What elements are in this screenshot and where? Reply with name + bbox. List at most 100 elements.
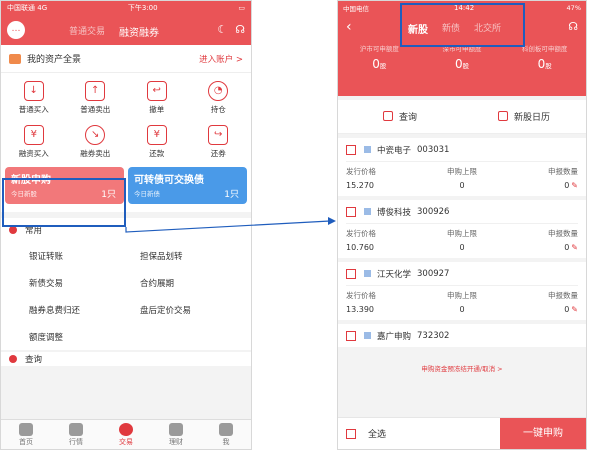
price-value: 15.270 <box>346 181 374 190</box>
quota-unit: 股 <box>462 62 470 70</box>
right-phone-screen: 中国电信 14:42 47% ‹ 新股 新债 北交所 ☊ 沪市可申额度 0股 深… <box>337 0 587 450</box>
limit-value: 0 <box>459 305 465 314</box>
header-limit: 申购上限 <box>446 229 477 238</box>
convertible-bond-card[interactable]: 可转债可交换债 今日新债 1只 <box>128 167 247 204</box>
tab-label: 理财 <box>169 438 183 446</box>
edit-icon[interactable]: ✎ <box>571 305 578 314</box>
common-item[interactable]: 合约展期 <box>140 269 251 296</box>
headset-icon[interactable]: ☊ <box>568 20 578 33</box>
grid-label: 还券 <box>210 149 226 158</box>
tab-trade[interactable]: 交易 <box>101 420 151 449</box>
grid-item-margin-buy[interactable]: ¥ 融资买入 <box>3 125 65 159</box>
header-limit: 申购上限 <box>446 291 477 300</box>
checkbox[interactable] <box>346 206 356 217</box>
cart-out-icon: ↑ <box>85 81 106 101</box>
grid-label: 还款 <box>149 149 165 158</box>
grid-label: 撤单 <box>149 105 165 114</box>
list-item: 江天化学 300927 发行价格 申购上限 申报数量 13.390 0 0 ✎ <box>338 262 586 320</box>
stock-name: 中瓷电子 <box>377 145 412 156</box>
tab-finance[interactable]: 理财 <box>151 420 201 449</box>
action-row: 查询 新股日历 <box>338 100 586 134</box>
quota-value: 0 <box>372 57 380 71</box>
top-nav: … 普通交易 融资融券 ☾ ☊ <box>1 15 251 45</box>
edit-icon[interactable]: ✎ <box>571 243 578 252</box>
grid-label: 融券卖出 <box>80 149 111 158</box>
network-label: 4G <box>37 4 48 12</box>
common-item[interactable]: 额度调整 <box>29 323 140 350</box>
theme-icon[interactable]: ☾ <box>217 23 227 36</box>
grid-item-short-sell[interactable]: ↘ 融券卖出 <box>65 125 127 159</box>
one-click-apply-button[interactable]: 一键申购 <box>500 417 586 449</box>
chat-icon[interactable]: … <box>7 21 25 39</box>
card-title: 可转债可交换债 <box>134 175 204 186</box>
qty-value: 0 <box>564 181 570 190</box>
carrier-label: 中国联通 <box>7 4 35 12</box>
tab-label: 我 <box>222 438 230 446</box>
price-value: 10.760 <box>346 243 374 252</box>
status-time: 下午3:00 <box>127 4 158 12</box>
repay-icon: ¥ <box>146 125 167 145</box>
stock-name: 嘉广申购 <box>377 331 412 342</box>
user-icon <box>219 423 233 436</box>
common-item[interactable]: 担保品划转 <box>140 242 251 269</box>
pie-icon: ◔ <box>208 81 229 101</box>
highlight-box-tabs <box>400 3 525 47</box>
calendar-icon <box>497 111 508 121</box>
grid-item-position[interactable]: ◔ 持仓 <box>188 81 250 115</box>
grid-item-repay[interactable]: ¥ 还款 <box>126 125 188 159</box>
header-qty: 申报数量 <box>547 167 578 176</box>
battery-label: 47% <box>566 4 581 12</box>
tab-normal-trade[interactable]: 普通交易 <box>69 24 105 39</box>
wallet-icon <box>9 53 21 64</box>
checkbox[interactable] <box>346 144 356 155</box>
common-item[interactable]: 新债交易 <box>29 269 140 296</box>
tab-market[interactable]: 行情 <box>51 420 101 449</box>
tab-home[interactable]: 首页 <box>1 420 51 449</box>
prefreeze-notice-link[interactable]: 申购资金预冻结开通/取消 > <box>338 363 586 373</box>
query-section[interactable]: 查询 <box>1 352 251 366</box>
common-section: 常用 银证转账 担保品划转 新债交易 合约展期 融券息费归还 盘后定价交易 额度… <box>1 218 251 350</box>
edit-icon[interactable]: ✎ <box>571 181 578 190</box>
common-item[interactable]: 银证转账 <box>29 242 140 269</box>
query-title: 查询 <box>25 355 43 365</box>
select-all-label: 全选 <box>368 430 387 440</box>
tab-label: 首页 <box>19 438 33 446</box>
ipo-calendar-button[interactable]: 新股日历 <box>462 110 586 123</box>
limit-value: 0 <box>459 243 465 252</box>
return-stock-icon: ↪ <box>208 125 229 145</box>
carrier-label: 中国电信 <box>343 5 369 13</box>
grid-item-normal-sell[interactable]: ↑ 普通卖出 <box>65 81 127 115</box>
left-phone-screen: 中国联通 4G 下午3:00 ▭ … 普通交易 融资融券 ☾ ☊ 我的资产全景 … <box>0 0 252 450</box>
common-item[interactable]: 盘后定价交易 <box>140 296 251 323</box>
query-button[interactable]: 查询 <box>338 110 462 123</box>
select-all[interactable]: 全选 <box>338 427 386 440</box>
checkbox[interactable] <box>346 330 356 341</box>
tab-label: 行情 <box>69 438 83 446</box>
grid-label: 融资买入 <box>18 149 49 158</box>
common-item[interactable]: 融券息费归还 <box>29 296 140 323</box>
enter-account-link[interactable]: 进入账户 > <box>199 53 243 65</box>
grid-item-return-stock[interactable]: ↪ 还券 <box>188 125 250 159</box>
tab-margin-trade[interactable]: 融资融券 <box>119 24 159 39</box>
chart-icon <box>69 423 83 436</box>
checkbox[interactable] <box>346 268 356 279</box>
qty-value: 0 <box>564 305 570 314</box>
list-item: 嘉广申购 732302 <box>338 324 586 347</box>
asset-overview-row[interactable]: 我的资产全景 进入账户 > <box>1 45 251 73</box>
tab-me[interactable]: 我 <box>201 420 251 449</box>
search-icon <box>382 111 393 121</box>
headset-icon[interactable]: ☊ <box>235 23 245 36</box>
limit-value: 0 <box>459 181 465 190</box>
cancel-order-icon: ↩ <box>146 81 167 101</box>
back-icon[interactable]: ‹ <box>346 19 352 35</box>
quota-value: 0 <box>454 57 463 71</box>
grid-item-normal-buy[interactable]: ↓ 普通买入 <box>3 81 65 115</box>
grid-label: 普通卖出 <box>80 105 111 114</box>
home-icon <box>19 423 33 436</box>
trade-function-grid: ↓ 普通买入 ↑ 普通卖出 ↩ 撤单 ◔ 持仓 ¥ 融资买入 ↘ 融券卖出 ¥ 还款 ↪ 还券 <box>1 73 251 163</box>
stock-name: 江天化学 <box>377 269 412 280</box>
battery-icon: ▭ <box>238 4 245 12</box>
select-all-checkbox[interactable] <box>346 428 356 439</box>
ipo-list: 中瓷电子 003031 发行价格 申购上限 申报数量 15.270 0 0 ✎ 博俊科技 30… <box>338 138 586 347</box>
grid-item-cancel-order[interactable]: ↩ 撤单 <box>126 81 188 115</box>
